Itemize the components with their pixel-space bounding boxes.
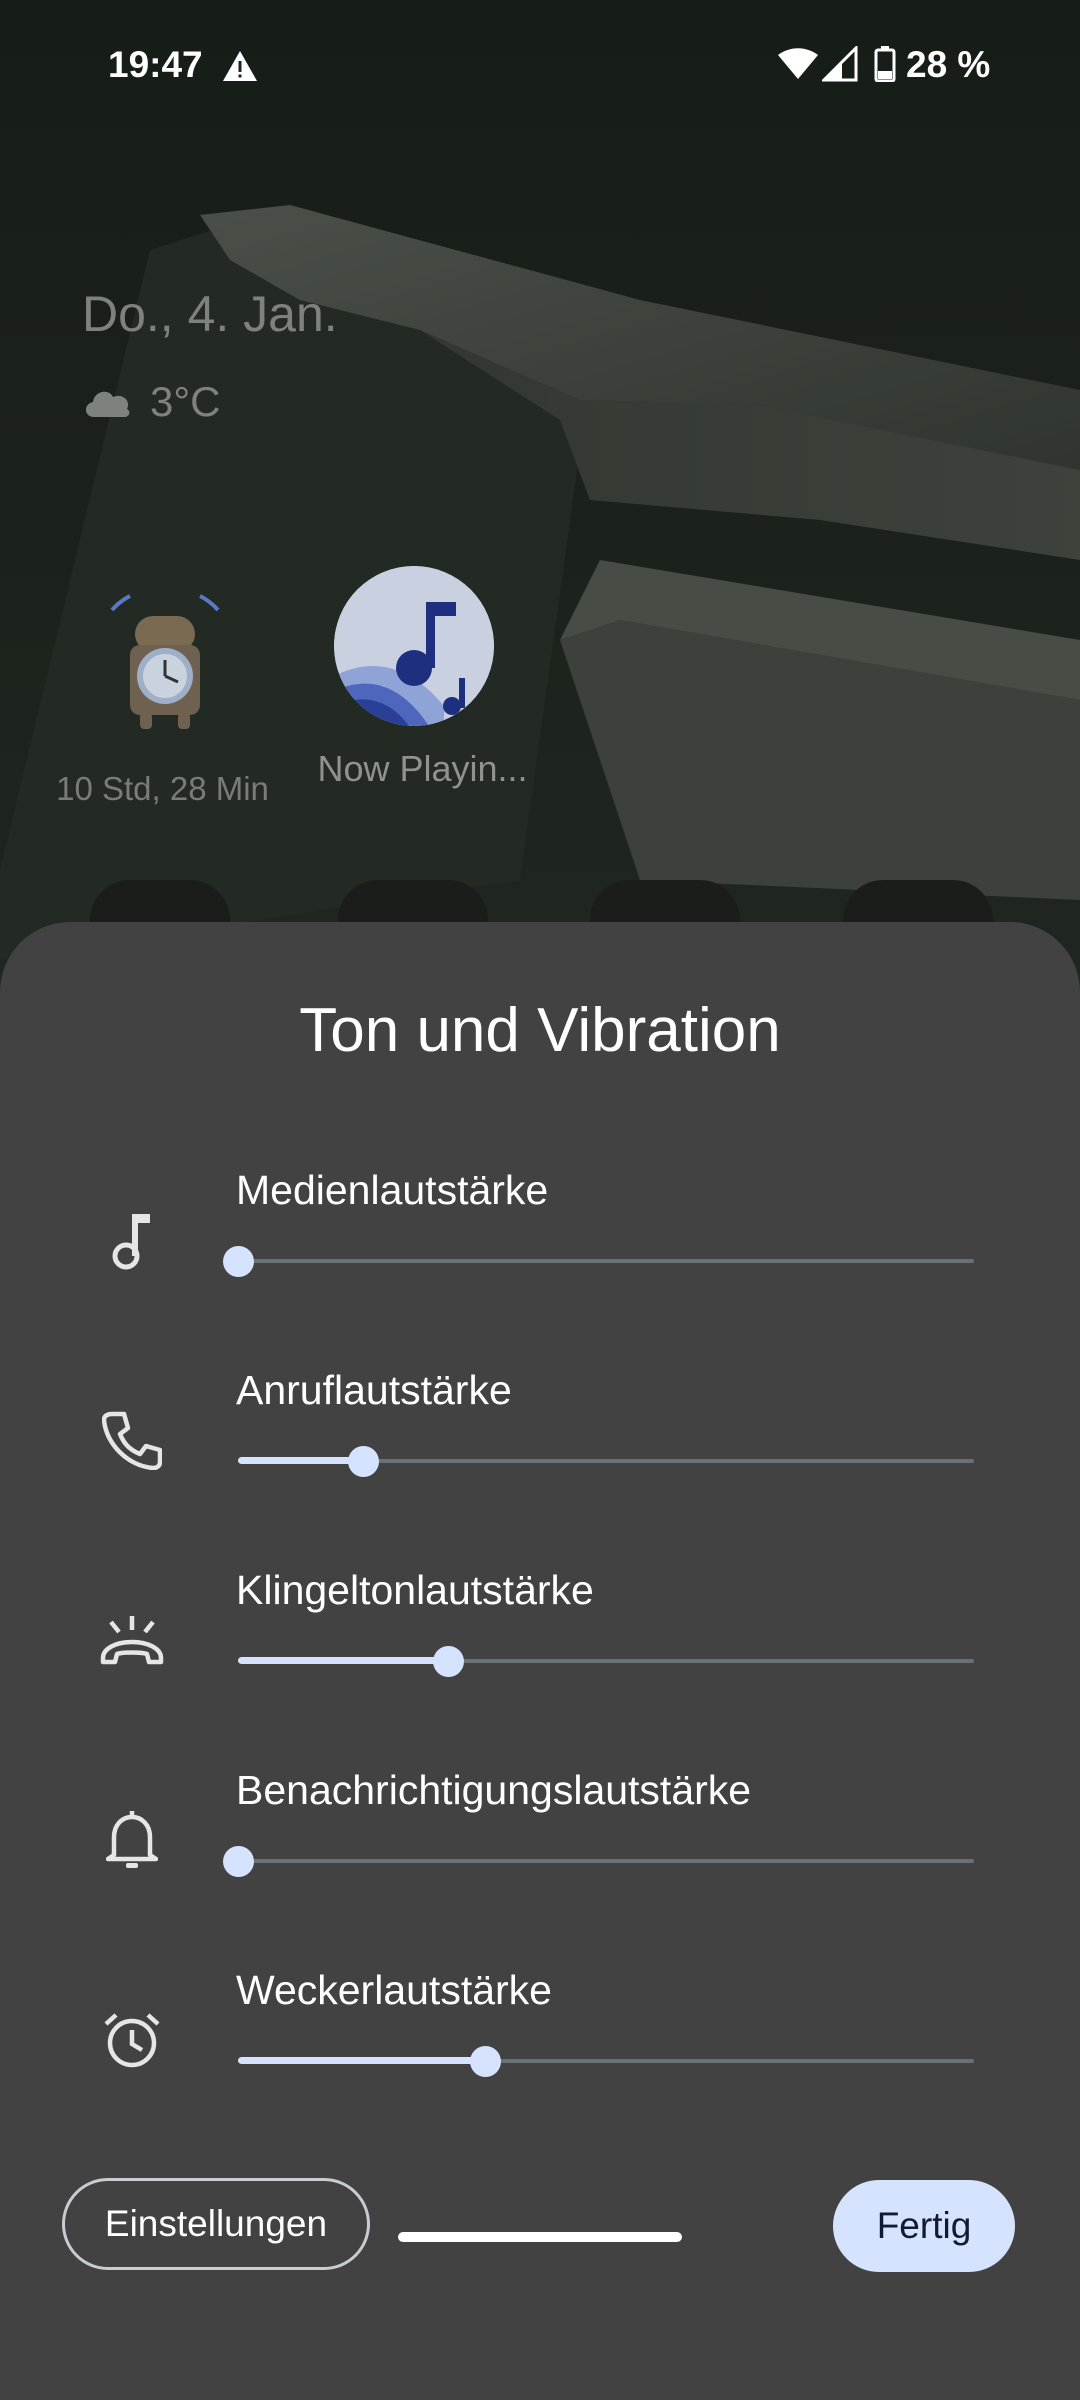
slider-thumb[interactable] <box>432 1646 464 1677</box>
sound-vibration-panel: Ton und Vibration Medienlautstärke Anruf… <box>0 922 1080 2400</box>
slider-fill <box>238 2057 485 2064</box>
slider-track <box>238 1259 974 1263</box>
media-volume-slider[interactable] <box>223 1243 974 1279</box>
android-alarm-clock-icon[interactable] <box>90 590 240 730</box>
volume-label: Weckerlautstärke <box>236 1967 552 2013</box>
now-playing-music-note-icon[interactable] <box>334 566 494 726</box>
bell-icon <box>94 1802 170 1878</box>
slider-thumb[interactable] <box>223 1246 254 1277</box>
slider-thumb[interactable] <box>223 1846 254 1877</box>
status-bar: 19:47 28 % <box>0 0 1080 130</box>
slider-fill <box>238 1457 364 1464</box>
notification-volume-slider[interactable] <box>223 1843 974 1879</box>
alarm-volume-slider[interactable] <box>238 2043 974 2079</box>
temperature: 3°C <box>150 378 221 425</box>
alert-triangle-icon <box>222 50 258 87</box>
slider-thumb[interactable] <box>469 2046 501 2077</box>
volume-label: Benachrichtigungslautstärke <box>236 1767 752 1813</box>
status-time: 19:47 <box>108 44 203 85</box>
app-label: Now Playin... <box>317 748 528 789</box>
gesture-nav-handle[interactable] <box>398 2232 682 2242</box>
volume-label: Klingeltonlautstärke <box>236 1567 594 1613</box>
ringer-icon <box>94 1602 170 1678</box>
date-widget[interactable]: Do., 4. Jan. <box>82 285 338 343</box>
phone-icon <box>94 1402 170 1478</box>
wifi-icon <box>778 48 818 85</box>
cloud-icon <box>82 384 132 423</box>
music-note-icon <box>94 1202 170 1278</box>
settings-button[interactable]: Einstellungen <box>62 2178 370 2270</box>
volume-label: Anruflautstärke <box>236 1367 512 1413</box>
volume-row-ringer: Klingeltonlautstärke <box>0 1567 1080 1727</box>
volume-row-notification: Benachrichtigungslautstärke <box>0 1767 1080 1927</box>
ringer-volume-slider[interactable] <box>238 1643 974 1679</box>
volume-row-alarm: Weckerlautstärke <box>0 1967 1080 2127</box>
app-label: 10 Std, 28 Min <box>56 770 269 807</box>
battery-icon <box>874 46 896 87</box>
slider-fill <box>238 1657 448 1664</box>
wallpaper <box>0 0 1080 1000</box>
slider-track <box>238 1859 974 1863</box>
volume-label: Medienlautstärke <box>236 1167 549 1213</box>
panel-title: Ton und Vibration <box>299 996 781 1065</box>
volume-row-call: Anruflautstärke <box>0 1367 1080 1527</box>
call-volume-slider[interactable] <box>238 1443 974 1479</box>
battery-percentage: 28 % <box>906 44 991 85</box>
volume-row-media: Medienlautstärke <box>0 1167 1080 1327</box>
alarm-clock-icon <box>94 2002 170 2078</box>
cell-signal-icon <box>820 44 858 87</box>
done-button[interactable]: Fertig <box>833 2180 1015 2272</box>
slider-thumb[interactable] <box>348 1446 380 1477</box>
